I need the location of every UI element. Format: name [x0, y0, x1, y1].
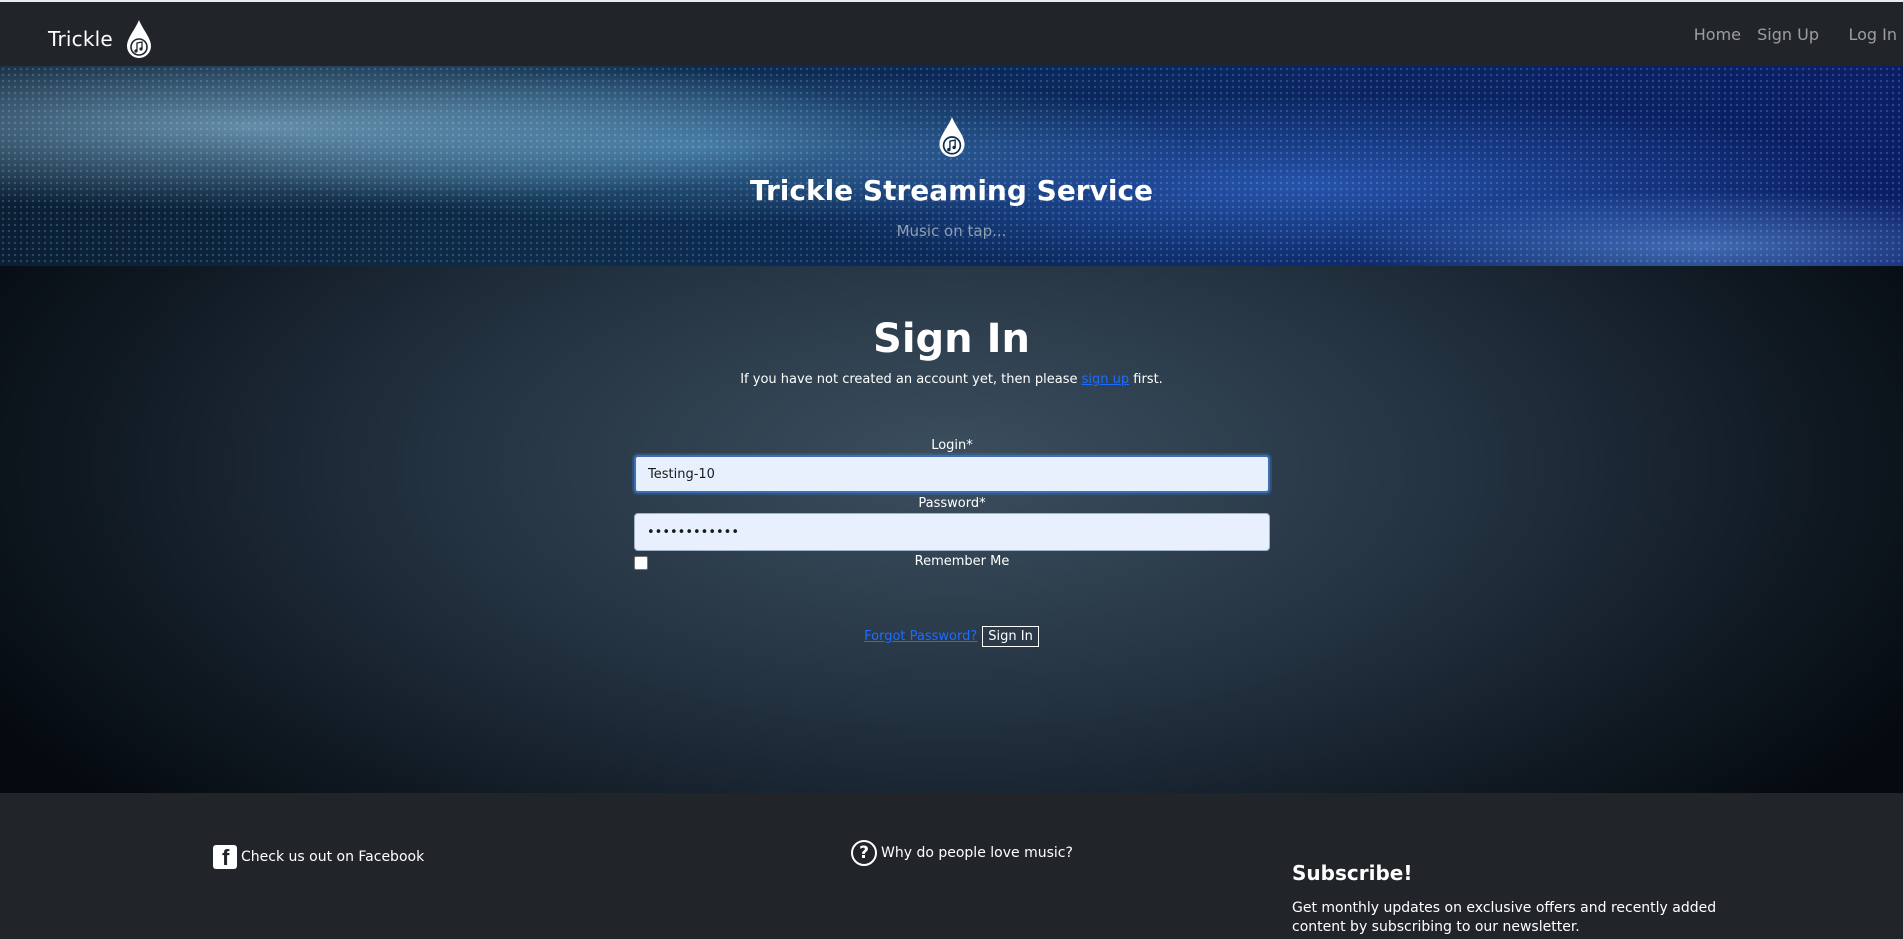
signin-intro: If you have not created an account yet, … — [0, 372, 1903, 387]
brand-text: Trickle — [48, 27, 113, 51]
music-drop-icon — [126, 20, 151, 58]
question-circle-icon: ? — [851, 840, 877, 866]
music-text: Why do people love music? — [881, 845, 1073, 861]
password-input-value: •••••••••••• — [647, 524, 740, 540]
navbar: Trickle Home Sign Up Log In — [0, 0, 1903, 66]
music-drop-icon — [939, 117, 965, 157]
brand-link[interactable]: Trickle — [48, 18, 153, 60]
forgot-password-link[interactable]: Forgot Password? — [864, 629, 977, 644]
signin-actions: Forgot Password? Sign In — [0, 626, 1903, 647]
sign-in-button[interactable]: Sign In — [982, 626, 1039, 647]
sign-up-link[interactable]: sign up — [1082, 372, 1130, 387]
facebook-text: Check us out on Facebook — [241, 849, 425, 865]
signin-intro-before: If you have not created an account yet, … — [740, 372, 1082, 387]
music-link[interactable]: ? Why do people love music? — [851, 840, 1073, 866]
signin-section: Sign In If you have not created an accou… — [0, 266, 1903, 793]
nav-sign-up[interactable]: Sign Up — [1757, 25, 1819, 44]
subscribe-text: Get monthly updates on exclusive offers … — [1292, 900, 1717, 935]
page-title: Sign In — [873, 316, 1030, 362]
signin-intro-after: first. — [1129, 372, 1163, 387]
footer: f Check us out on Facebook ? Why do peop… — [0, 793, 1903, 939]
nav-log-in[interactable]: Log In — [1848, 25, 1897, 44]
password-input[interactable]: •••••••••••• — [634, 513, 1270, 551]
login-input-value: Testing-10 — [648, 466, 715, 482]
login-input[interactable]: Testing-10 — [634, 455, 1270, 493]
password-label: Password* — [918, 496, 986, 511]
login-label: Login* — [931, 438, 973, 453]
nav-home[interactable]: Home — [1694, 25, 1741, 44]
hero-title: Trickle Streaming Service — [749, 174, 1154, 207]
facebook-icon: f — [213, 845, 237, 869]
remember-me-label: Remember Me — [914, 554, 1010, 569]
hero-banner: Trickle Streaming Service Music on tap..… — [0, 66, 1903, 266]
hero-subtitle: Music on tap... — [896, 222, 1007, 240]
subscribe-title: Subscribe! — [1292, 861, 1413, 885]
facebook-link[interactable]: f Check us out on Facebook — [213, 845, 424, 869]
